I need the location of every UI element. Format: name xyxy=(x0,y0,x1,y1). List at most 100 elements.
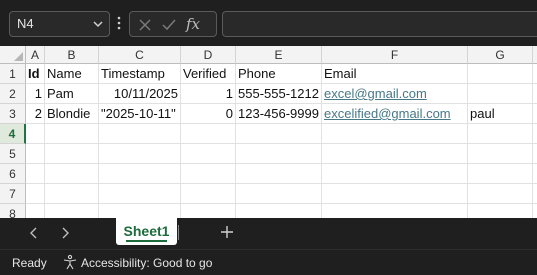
formula-buttons: fx xyxy=(129,11,217,37)
row-header-2[interactable]: 2 xyxy=(0,84,26,104)
cell-a8[interactable] xyxy=(26,204,45,218)
column-header-e[interactable]: E xyxy=(236,46,322,64)
cell-g2[interactable] xyxy=(468,84,533,104)
cell-e3[interactable]: 123-456-9999 xyxy=(236,104,322,124)
more-options-icon[interactable] xyxy=(117,15,121,31)
cell-b1[interactable]: Name xyxy=(45,64,99,84)
cell-f6[interactable] xyxy=(322,164,468,184)
cell-f8[interactable] xyxy=(322,204,468,218)
row-header-4[interactable]: 4 xyxy=(0,124,26,144)
column-header-c[interactable]: C xyxy=(99,46,181,64)
cell-e7[interactable] xyxy=(236,184,322,204)
accessibility-status[interactable]: Accessibility: Good to go xyxy=(81,256,212,270)
enter-check-icon[interactable] xyxy=(161,17,177,33)
cell-b3[interactable]: Blondie xyxy=(45,104,99,124)
row-header-8[interactable]: 8 xyxy=(0,204,26,218)
cell-c4[interactable] xyxy=(99,124,181,144)
cell-e4[interactable] xyxy=(236,124,322,144)
insert-function-button[interactable]: fx xyxy=(186,15,200,33)
cell-d3[interactable]: 0 xyxy=(181,104,236,124)
cell-f5[interactable] xyxy=(322,144,468,164)
cell-d7[interactable] xyxy=(181,184,236,204)
worksheet-grid[interactable]: A B C D E F G 1 Id Name Timestamp Verified Phone Emai… xyxy=(0,46,537,218)
sheet-tab-bar: Sheet1 xyxy=(0,218,537,249)
sheet-tab-sheet1[interactable]: Sheet1 xyxy=(116,218,177,245)
accessibility-icon[interactable] xyxy=(62,254,78,270)
cell-a3[interactable]: 2 xyxy=(26,104,45,124)
cell-g5[interactable] xyxy=(468,144,533,164)
cell-e8[interactable] xyxy=(236,204,322,218)
cell-c5[interactable] xyxy=(99,144,181,164)
cell-h2[interactable] xyxy=(533,84,537,104)
cell-e5[interactable] xyxy=(236,144,322,164)
cell-d4[interactable] xyxy=(181,124,236,144)
cell-h4[interactable] xyxy=(533,124,537,144)
cell-g4[interactable] xyxy=(468,124,533,144)
cell-c8[interactable] xyxy=(99,204,181,218)
cell-d5[interactable] xyxy=(181,144,236,164)
cell-a5[interactable] xyxy=(26,144,45,164)
cell-f3[interactable]: excelified@gmail.com xyxy=(322,104,468,124)
cell-a4[interactable] xyxy=(26,124,45,144)
chevron-down-icon[interactable] xyxy=(92,12,104,36)
cell-c7[interactable] xyxy=(99,184,181,204)
cell-g1[interactable] xyxy=(468,64,533,84)
row-header-3[interactable]: 3 xyxy=(0,104,26,124)
cell-h8[interactable] xyxy=(533,204,537,218)
cell-c2[interactable]: 10/11/2025 xyxy=(99,84,181,104)
cell-c3[interactable]: "2025-10-11" xyxy=(99,104,181,124)
cell-d8[interactable] xyxy=(181,204,236,218)
formula-input[interactable] xyxy=(222,11,537,37)
cell-b8[interactable] xyxy=(45,204,99,218)
name-box[interactable]: N4 xyxy=(9,11,110,37)
cell-f2[interactable]: excel@gmail.com xyxy=(322,84,468,104)
cell-f7[interactable] xyxy=(322,184,468,204)
select-all-button[interactable] xyxy=(0,46,26,64)
cell-b5[interactable] xyxy=(45,144,99,164)
cell-b4[interactable] xyxy=(45,124,99,144)
cell-g6[interactable] xyxy=(468,164,533,184)
cell-e6[interactable] xyxy=(236,164,322,184)
cell-g8[interactable] xyxy=(468,204,533,218)
add-sheet-icon[interactable] xyxy=(219,224,235,240)
chevron-left-icon[interactable] xyxy=(26,225,42,241)
cell-b7[interactable] xyxy=(45,184,99,204)
cell-d6[interactable] xyxy=(181,164,236,184)
row-header-5[interactable]: 5 xyxy=(0,144,26,164)
cell-b6[interactable] xyxy=(45,164,99,184)
cell-f1[interactable]: Email xyxy=(322,64,468,84)
cell-a6[interactable] xyxy=(26,164,45,184)
cell-d2[interactable]: 1 xyxy=(181,84,236,104)
cancel-icon[interactable] xyxy=(137,17,153,33)
cell-a2[interactable]: 1 xyxy=(26,84,45,104)
cell-f4[interactable] xyxy=(322,124,468,144)
cell-b2[interactable]: Pam xyxy=(45,84,99,104)
row-header-6[interactable]: 6 xyxy=(0,164,26,184)
formula-bar: N4 fx xyxy=(0,0,537,46)
cell-h5[interactable] xyxy=(533,144,537,164)
row-header-7[interactable]: 7 xyxy=(0,184,26,204)
cell-c1[interactable]: Timestamp xyxy=(99,64,181,84)
column-header-extra[interactable] xyxy=(533,46,537,64)
column-header-f[interactable]: F xyxy=(322,46,468,64)
excel-window: N4 fx A B C D E F G 1 Id Name Timestamp Verified Pho… xyxy=(0,0,537,275)
chevron-right-icon[interactable] xyxy=(57,225,73,241)
cell-a7[interactable] xyxy=(26,184,45,204)
column-header-g[interactable]: G xyxy=(468,46,533,64)
cell-d1[interactable]: Verified xyxy=(181,64,236,84)
tab-divider xyxy=(178,225,179,240)
cell-h7[interactable] xyxy=(533,184,537,204)
row-header-1[interactable]: 1 xyxy=(0,64,26,84)
column-header-a[interactable]: A xyxy=(26,46,45,64)
cell-a1[interactable]: Id xyxy=(26,64,45,84)
cell-h1[interactable] xyxy=(533,64,537,84)
cell-e2[interactable]: 555-555-1212 xyxy=(236,84,322,104)
cell-h6[interactable] xyxy=(533,164,537,184)
column-header-b[interactable]: B xyxy=(45,46,99,64)
cell-g3[interactable]: paul xyxy=(468,104,533,124)
cell-c6[interactable] xyxy=(99,164,181,184)
cell-h3[interactable] xyxy=(533,104,537,124)
column-header-d[interactable]: D xyxy=(181,46,236,64)
cell-g7[interactable] xyxy=(468,184,533,204)
cell-e1[interactable]: Phone xyxy=(236,64,322,84)
